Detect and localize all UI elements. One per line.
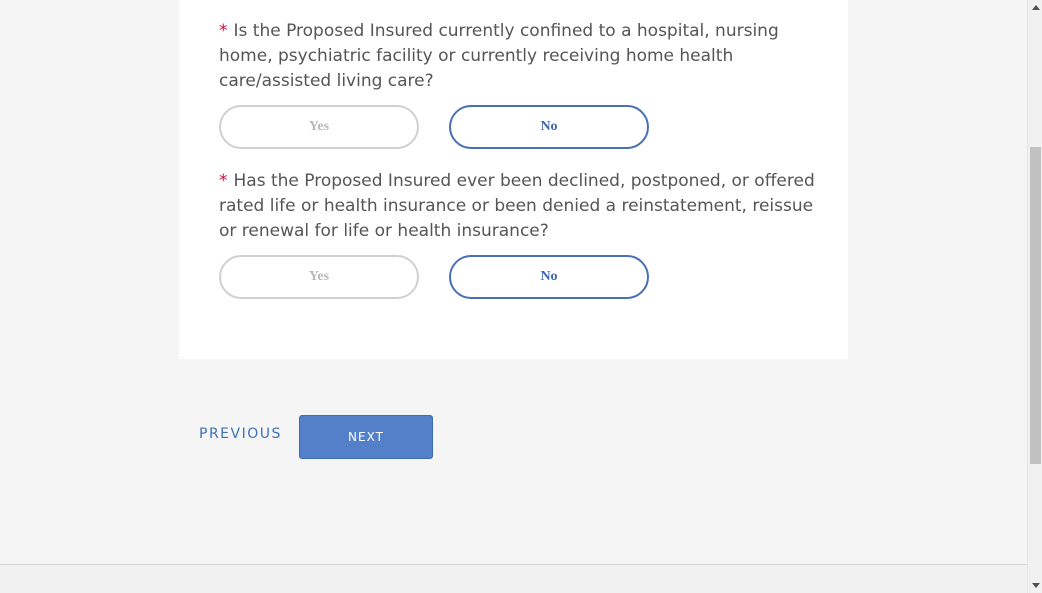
required-marker: * bbox=[219, 21, 228, 41]
question-1-options: Yes No bbox=[219, 105, 659, 149]
required-marker: * bbox=[219, 171, 228, 191]
question-2-options: Yes No bbox=[219, 255, 659, 299]
question-2-yes-button[interactable]: Yes bbox=[219, 255, 419, 299]
question-1-no-button[interactable]: No bbox=[449, 105, 649, 149]
scroll-thumb[interactable] bbox=[1030, 147, 1041, 464]
question-1: * Is the Proposed Insured currently confi… bbox=[219, 19, 819, 94]
vertical-scrollbar[interactable] bbox=[1027, 0, 1042, 593]
question-1-text: Is the Proposed Insured currently confin… bbox=[219, 21, 779, 91]
question-1-yes-button[interactable]: Yes bbox=[219, 105, 419, 149]
question-2-text: Has the Proposed Insured ever been decli… bbox=[219, 171, 815, 241]
next-button[interactable]: NEXT bbox=[299, 415, 433, 459]
horizontal-scrollbar-area bbox=[0, 564, 1027, 593]
question-2-no-button[interactable]: No bbox=[449, 255, 649, 299]
question-card: * Is the Proposed Insured currently confi… bbox=[179, 0, 848, 359]
previous-link[interactable]: PREVIOUS bbox=[199, 426, 282, 442]
scroll-up-arrow-icon[interactable] bbox=[1032, 5, 1040, 10]
question-2: * Has the Proposed Insured ever been decl… bbox=[219, 169, 819, 244]
scroll-down-arrow-icon[interactable] bbox=[1032, 583, 1040, 588]
